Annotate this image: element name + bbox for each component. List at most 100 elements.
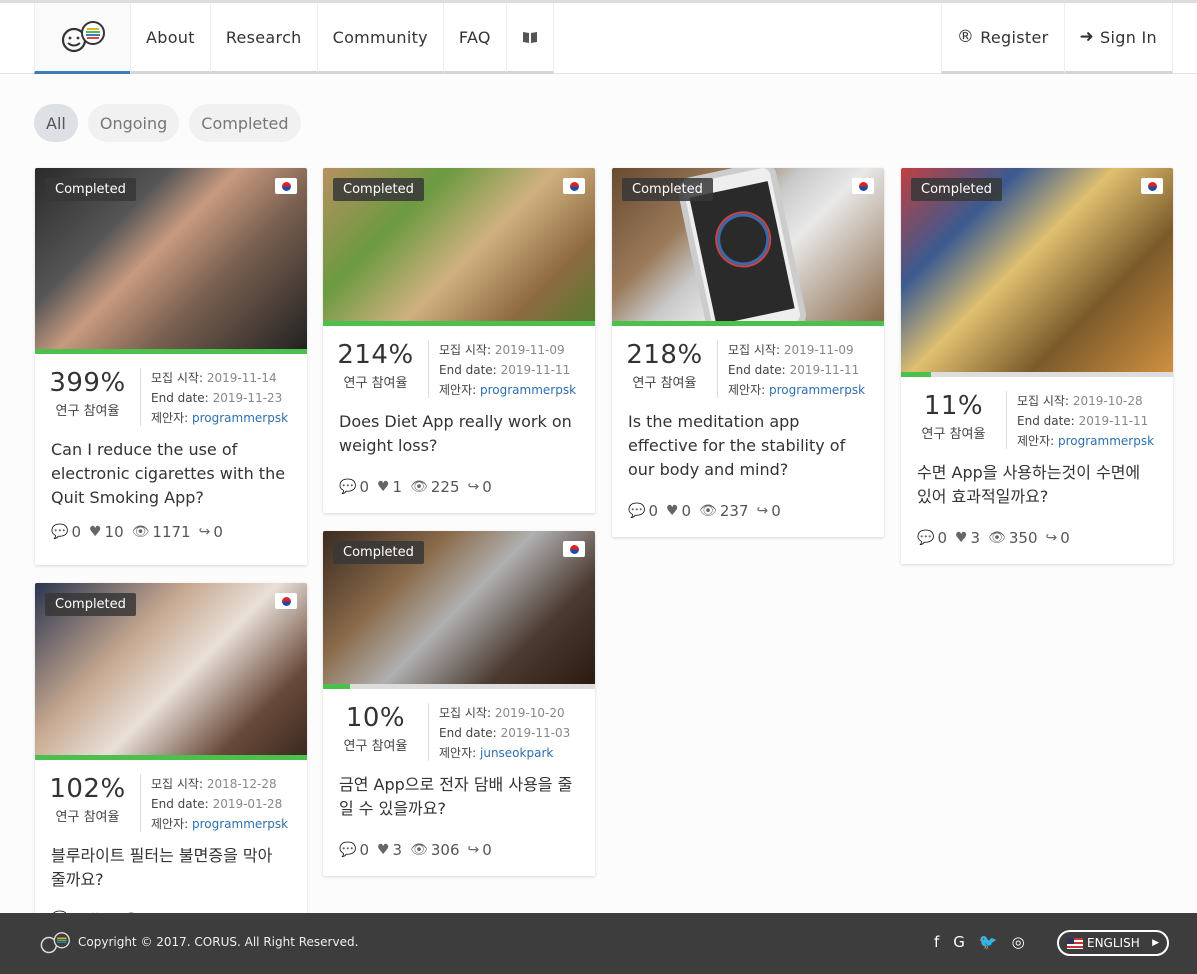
end-label: End date: bbox=[151, 797, 209, 811]
nav-about[interactable]: About bbox=[130, 3, 210, 74]
author-link[interactable]: programmerpsk bbox=[1058, 434, 1154, 448]
research-card[interactable]: Completed 399% 연구 참여율 모집 시작: 2019-11-14 E… bbox=[35, 168, 307, 565]
eye-icon: 👁 bbox=[988, 530, 1006, 546]
author-link[interactable]: programmerpsk bbox=[769, 383, 865, 397]
comment-count: 0 bbox=[937, 529, 947, 547]
card-counters: 💬 0 ♥ 3 👁 350 ↪ 0 bbox=[901, 529, 1086, 547]
auth-nav: ® Register ➜ Sign In bbox=[940, 3, 1173, 74]
comment-count: 0 bbox=[359, 478, 369, 496]
author-link[interactable]: programmerpsk bbox=[192, 411, 288, 425]
author-link[interactable]: junseokpark bbox=[480, 746, 553, 760]
nav-book[interactable] bbox=[505, 3, 554, 74]
share-icon[interactable]: ↪ bbox=[1046, 530, 1058, 546]
register-link[interactable]: ® Register bbox=[940, 3, 1064, 74]
start-date: 2019-11-14 bbox=[206, 371, 277, 385]
corus-logo-icon bbox=[61, 21, 105, 53]
heart-icon[interactable]: ♥ bbox=[377, 842, 390, 858]
participation-label: 연구 참여율 bbox=[55, 404, 120, 419]
card-title[interactable]: 수면 App을 사용하는것이 수면에 있어 효과적일까요? bbox=[901, 449, 1173, 509]
progress-fill bbox=[612, 321, 884, 326]
start-label: 모집 시작: bbox=[439, 706, 492, 720]
facebook-icon[interactable]: f bbox=[934, 933, 939, 951]
research-card[interactable]: Completed 102% 연구 참여율 모집 시작: 2018-12-28 E… bbox=[35, 583, 307, 923]
author-link[interactable]: programmerpsk bbox=[480, 383, 576, 397]
research-card[interactable]: Completed 11% 연구 참여율 모집 시작: 2019-10-28 En… bbox=[901, 168, 1173, 564]
chevron-right-icon: ▶ bbox=[1152, 938, 1159, 948]
view-count: 237 bbox=[719, 502, 749, 520]
progress-bar bbox=[901, 372, 1173, 377]
site-footer: Copyright © 2017. CORUS. All Right Reser… bbox=[0, 913, 1197, 974]
korea-flag-icon bbox=[1141, 178, 1163, 194]
start-label: 모집 시작: bbox=[728, 343, 781, 357]
card-counters: 💬 0 ♥ 3 👁 306 ↪ 0 bbox=[323, 841, 508, 859]
progress-bar bbox=[35, 755, 307, 760]
heart-icon[interactable]: ♥ bbox=[377, 479, 390, 495]
twitter-icon[interactable]: 🐦 bbox=[979, 933, 998, 951]
filter-completed[interactable]: Completed bbox=[189, 104, 301, 142]
card-title[interactable]: 금연 App으로 전자 담배 사용을 줄일 수 있을까요? bbox=[323, 761, 595, 821]
footer-logo-icon bbox=[40, 932, 70, 954]
research-card[interactable]: Completed 218% 연구 참여율 모집 시작: 2019-11-09 E… bbox=[612, 168, 884, 537]
participation-percent: 399% bbox=[49, 368, 126, 398]
start-label: 모집 시작: bbox=[151, 777, 204, 791]
research-image[interactable]: Completed bbox=[612, 168, 884, 321]
eye-icon: 👁 bbox=[410, 842, 428, 858]
card-stats: 11% 연구 참여율 모집 시작: 2019-10-28 End date: 20… bbox=[901, 377, 1173, 449]
status-badge: Completed bbox=[333, 178, 424, 201]
card-title[interactable]: 블루라이트 필터는 불면증을 막아 줄까요? bbox=[35, 832, 307, 892]
end-label: End date: bbox=[439, 726, 497, 740]
google-icon[interactable]: G bbox=[953, 933, 965, 951]
nav-community[interactable]: Community bbox=[316, 3, 443, 74]
corus-logo[interactable] bbox=[34, 3, 130, 74]
share-icon[interactable]: ↪ bbox=[757, 503, 769, 519]
author-link[interactable]: programmerpsk bbox=[192, 817, 288, 831]
nav-faq[interactable]: FAQ bbox=[442, 3, 506, 74]
korea-flag-icon bbox=[275, 593, 297, 609]
sign-in-link[interactable]: ➜ Sign In bbox=[1063, 3, 1173, 74]
status-badge: Completed bbox=[45, 593, 136, 616]
start-date: 2018-12-28 bbox=[206, 777, 277, 791]
research-image[interactable]: Completed bbox=[901, 168, 1173, 372]
research-card[interactable]: Completed 10% 연구 참여율 모집 시작: 2019-10-20 En… bbox=[323, 531, 595, 876]
card-stats: 218% 연구 참여율 모집 시작: 2019-11-09 End date: 2… bbox=[612, 326, 884, 398]
sign-in-label: Sign In bbox=[1100, 27, 1157, 47]
research-image[interactable]: Completed bbox=[35, 168, 307, 349]
participation-percent: 214% bbox=[337, 340, 414, 370]
comment-icon: 💬 bbox=[917, 530, 935, 546]
heart-icon[interactable]: ♥ bbox=[955, 530, 968, 546]
filter-ongoing[interactable]: Ongoing bbox=[87, 104, 180, 142]
end-date: 2019-11-11 bbox=[1078, 414, 1149, 428]
comment-count: 0 bbox=[648, 502, 658, 520]
share-icon[interactable]: ↪ bbox=[468, 479, 480, 495]
card-title[interactable]: Does Diet App really work on weight loss… bbox=[323, 398, 595, 458]
progress-fill bbox=[323, 321, 595, 326]
proposer-label: 제안자: bbox=[439, 746, 477, 760]
heart-icon[interactable]: ♥ bbox=[89, 524, 102, 540]
research-image[interactable]: Completed bbox=[35, 583, 307, 755]
heart-icon[interactable]: ♥ bbox=[666, 503, 679, 519]
share-count: 0 bbox=[482, 841, 492, 859]
status-badge: Completed bbox=[911, 178, 1002, 201]
research-card[interactable]: Completed 214% 연구 참여율 모집 시작: 2019-11-09 E… bbox=[323, 168, 595, 513]
research-image[interactable]: Completed bbox=[323, 531, 595, 684]
language-selector[interactable]: ENGLISH ▶ bbox=[1057, 930, 1169, 956]
card-title[interactable]: Is the meditation app effective for the … bbox=[612, 398, 884, 482]
participation-percent: 10% bbox=[345, 703, 406, 733]
instagram-icon[interactable]: ◎ bbox=[1012, 933, 1025, 951]
eye-icon: 👁 bbox=[410, 479, 428, 495]
comment-count: 0 bbox=[359, 841, 369, 859]
nav-research[interactable]: Research bbox=[209, 3, 317, 74]
share-icon[interactable]: ↪ bbox=[199, 524, 211, 540]
progress-bar bbox=[35, 349, 307, 354]
progress-bar bbox=[323, 684, 595, 689]
filter-all[interactable]: All bbox=[34, 104, 78, 142]
share-count: 0 bbox=[482, 478, 492, 496]
eye-icon: 👁 bbox=[699, 503, 717, 519]
card-title[interactable]: Can I reduce the use of electronic cigar… bbox=[35, 426, 307, 510]
proposer-label: 제안자: bbox=[151, 817, 189, 831]
research-image[interactable]: Completed bbox=[323, 168, 595, 321]
share-icon[interactable]: ↪ bbox=[468, 842, 480, 858]
end-label: End date: bbox=[1017, 414, 1075, 428]
end-label: End date: bbox=[439, 363, 497, 377]
proposer-label: 제안자: bbox=[728, 383, 766, 397]
